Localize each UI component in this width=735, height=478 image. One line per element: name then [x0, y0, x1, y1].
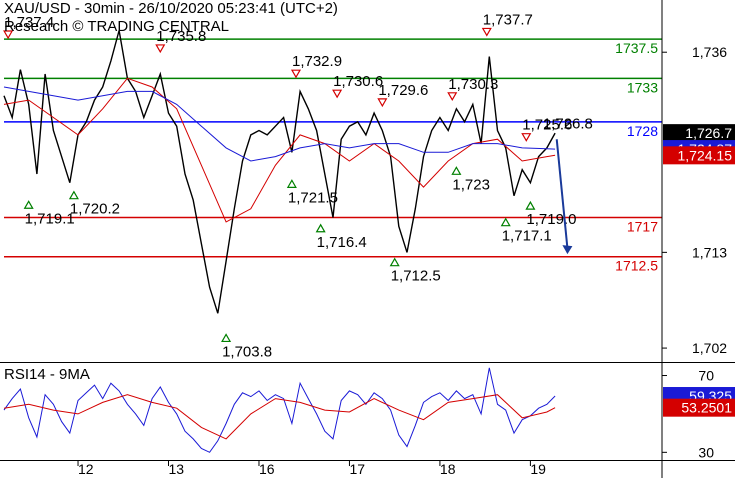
annotation-11: 1,721.5	[288, 189, 338, 206]
annotation-14: 1,723	[452, 176, 490, 193]
rsi-title: RSI14 - 9MA	[4, 366, 90, 383]
y-tick-label: 1,702	[692, 340, 727, 356]
level-label-resistance: 1737.5	[615, 40, 658, 56]
level-label-support: 1712.5	[615, 258, 658, 274]
rsi-tick-label: 30	[698, 444, 714, 460]
chart: 1737.51733172817171712.51,737.41,735.81,…	[0, 0, 735, 478]
x-tick-label: 16	[259, 461, 275, 477]
annotation-8: 1,726.8	[543, 115, 593, 132]
x-tick-label: 18	[440, 461, 456, 477]
annotation-5: 1,730.3	[448, 76, 498, 93]
annotation-9: 1,719.1	[25, 210, 75, 227]
x-tick-label: 19	[530, 461, 546, 477]
chart-background	[0, 0, 735, 478]
annotation-10: 1,720.2	[70, 201, 120, 218]
chart-subtitle: Research © TRADING CENTRAL	[4, 18, 229, 35]
annotation-2: 1,732.9	[292, 53, 342, 70]
annotation-12: 1,716.4	[317, 234, 367, 251]
chart-title: XAU/USD - 30min - 26/10/2020 05:23:41 (U…	[4, 0, 338, 17]
level-label-support: 1717	[627, 219, 658, 235]
annotation-17: 1,703.8	[222, 343, 272, 360]
y-tick-label: 1,736	[692, 44, 727, 60]
annotation-15: 1,717.1	[502, 228, 552, 245]
x-tick-label: 13	[169, 461, 185, 477]
level-label-resistance: 1733	[627, 79, 658, 95]
rsi-box-1-label: 53.2501	[681, 400, 732, 416]
annotation-16: 1,719.0	[526, 211, 576, 228]
x-tick-label: 12	[78, 461, 94, 477]
level-label-pivot: 1728	[627, 123, 658, 139]
x-tick-label: 17	[349, 461, 365, 477]
price-box-2-label: 1,724.15	[678, 147, 733, 163]
annotation-6: 1,737.7	[483, 11, 533, 28]
rsi-tick-label: 70	[698, 368, 714, 384]
price-box-0-label: 1,726.7	[685, 125, 732, 141]
annotation-13: 1,712.5	[391, 268, 441, 285]
annotation-3: 1,730.6	[333, 73, 383, 90]
y-tick-label: 1,713	[692, 244, 727, 260]
annotation-4: 1,729.6	[378, 82, 428, 99]
